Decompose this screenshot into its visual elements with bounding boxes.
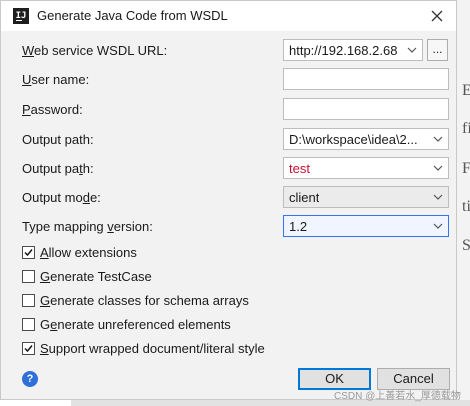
help-icon: ? bbox=[26, 373, 34, 385]
browse-button[interactable]: ... bbox=[427, 39, 448, 61]
generate-schema-arrays-checkbox[interactable] bbox=[22, 294, 35, 307]
type-mapping-combo[interactable]: 1.2 bbox=[283, 215, 449, 237]
checkmark-icon bbox=[24, 249, 33, 257]
generate-unreferenced-label: Generate unreferenced elements bbox=[40, 317, 231, 332]
wsdl-dialog: IJ Generate Java Code from WSDL Web serv… bbox=[0, 0, 457, 400]
chevron-down-icon bbox=[433, 223, 443, 229]
wsdl-url-combo[interactable]: http://192.168.2.68 bbox=[283, 39, 423, 61]
output-path-label: Output path: bbox=[22, 132, 94, 147]
password-label: Password: bbox=[22, 102, 83, 117]
close-button[interactable] bbox=[426, 6, 448, 26]
output-path-value: D:\workspace\idea\2... bbox=[289, 132, 418, 147]
background-text: E bbox=[462, 82, 470, 99]
intellij-icon: IJ bbox=[13, 8, 29, 24]
user-name-input[interactable] bbox=[283, 68, 449, 90]
generate-testcase-checkbox[interactable] bbox=[22, 270, 35, 283]
generate-unreferenced-checkbox[interactable] bbox=[22, 318, 35, 331]
password-input[interactable] bbox=[283, 98, 449, 120]
output-mode-combo[interactable]: client bbox=[283, 186, 449, 208]
close-icon bbox=[431, 10, 443, 22]
background-text: S bbox=[462, 237, 470, 254]
chevron-down-icon bbox=[407, 47, 417, 53]
user-name-label: User name: bbox=[22, 72, 90, 87]
allow-extensions-label: Allow extensions bbox=[40, 245, 137, 260]
output-package-combo[interactable]: test bbox=[283, 157, 449, 179]
background-text: ti bbox=[462, 198, 470, 215]
chevron-down-icon bbox=[433, 165, 443, 171]
support-wrapped-checkbox[interactable] bbox=[22, 342, 35, 355]
wsdl-url-label: Web service WSDL URL: bbox=[22, 43, 168, 58]
output-package-value: test bbox=[289, 161, 310, 176]
output-mode-value: client bbox=[289, 190, 320, 205]
output-package-label: Output path: bbox=[22, 161, 94, 176]
window-title: Generate Java Code from WSDL bbox=[37, 8, 228, 23]
output-mode-label: Output mode: bbox=[22, 190, 101, 205]
allow-extensions-checkbox[interactable] bbox=[22, 246, 35, 259]
type-mapping-value: 1.2 bbox=[289, 219, 308, 234]
help-button[interactable]: ? bbox=[22, 371, 38, 387]
support-wrapped-label: Support wrapped document/literal style bbox=[40, 341, 265, 356]
generate-schema-arrays-label: Generate classes for schema arrays bbox=[40, 293, 249, 308]
title-bar[interactable]: IJ Generate Java Code from WSDL bbox=[1, 1, 456, 31]
checkmark-icon bbox=[24, 345, 33, 353]
chevron-down-icon bbox=[433, 136, 443, 142]
type-mapping-label: Type mapping version: bbox=[22, 219, 153, 234]
generate-testcase-label: Generate TestCase bbox=[40, 269, 152, 284]
background-text: fi bbox=[462, 120, 470, 137]
output-path-combo[interactable]: D:\workspace\idea\2... bbox=[283, 128, 449, 150]
watermark: CSDN @上善若水_厚德载物 bbox=[334, 391, 461, 402]
chevron-down-icon bbox=[433, 194, 443, 200]
wsdl-url-value: http://192.168.2.68 bbox=[289, 43, 398, 58]
background-text: F bbox=[462, 160, 470, 177]
